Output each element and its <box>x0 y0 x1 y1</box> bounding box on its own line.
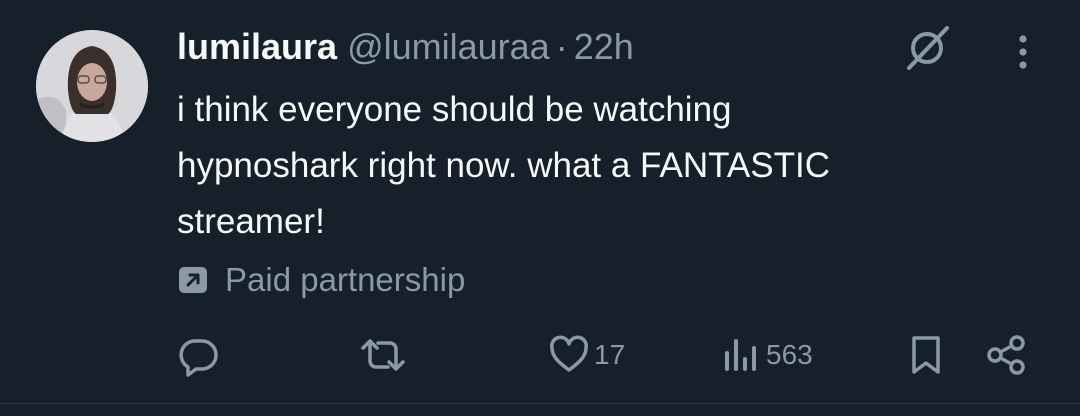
author-name[interactable]: lumilaura <box>177 26 337 68</box>
views-count: 563 <box>766 339 813 370</box>
retweet-button[interactable] <box>358 330 412 380</box>
tweet-text: i think everyone should be watching hypn… <box>177 90 830 241</box>
more-vertical-icon[interactable] <box>1004 30 1042 74</box>
reply-icon <box>179 339 218 377</box>
like-button[interactable]: 17 <box>548 330 625 380</box>
avatar[interactable] <box>36 30 148 142</box>
views-bar-chart-icon <box>725 339 756 371</box>
paid-partnership-label: Paid partnership <box>177 258 465 302</box>
paid-partnership-text: Paid partnership <box>225 261 466 298</box>
grok-icon[interactable] <box>903 24 953 72</box>
reply-button[interactable] <box>176 330 224 380</box>
heart-icon <box>550 335 588 372</box>
like-count: 17 <box>594 339 626 370</box>
timestamp[interactable]: 22h <box>574 26 634 68</box>
action-bar: 17 563 <box>0 330 1080 380</box>
author-handle[interactable]: @lumilauraa <box>347 26 550 68</box>
separator-dot: · <box>555 26 568 67</box>
arrow-up-right-box-icon <box>177 264 209 296</box>
views-button[interactable]: 563 <box>722 330 813 380</box>
tweet-card[interactable]: lumilaura @lumilauraa · 22h i think ever… <box>0 0 1080 416</box>
bottom-divider <box>0 403 1080 404</box>
avatar-image <box>36 30 148 142</box>
retweet-icon <box>361 339 405 371</box>
share-button[interactable] <box>984 330 1028 380</box>
tweet-header: lumilaura @lumilauraa · 22h <box>177 26 634 72</box>
bookmark-icon <box>912 336 940 374</box>
bookmark-button[interactable] <box>906 330 946 380</box>
share-icon <box>987 335 1025 375</box>
